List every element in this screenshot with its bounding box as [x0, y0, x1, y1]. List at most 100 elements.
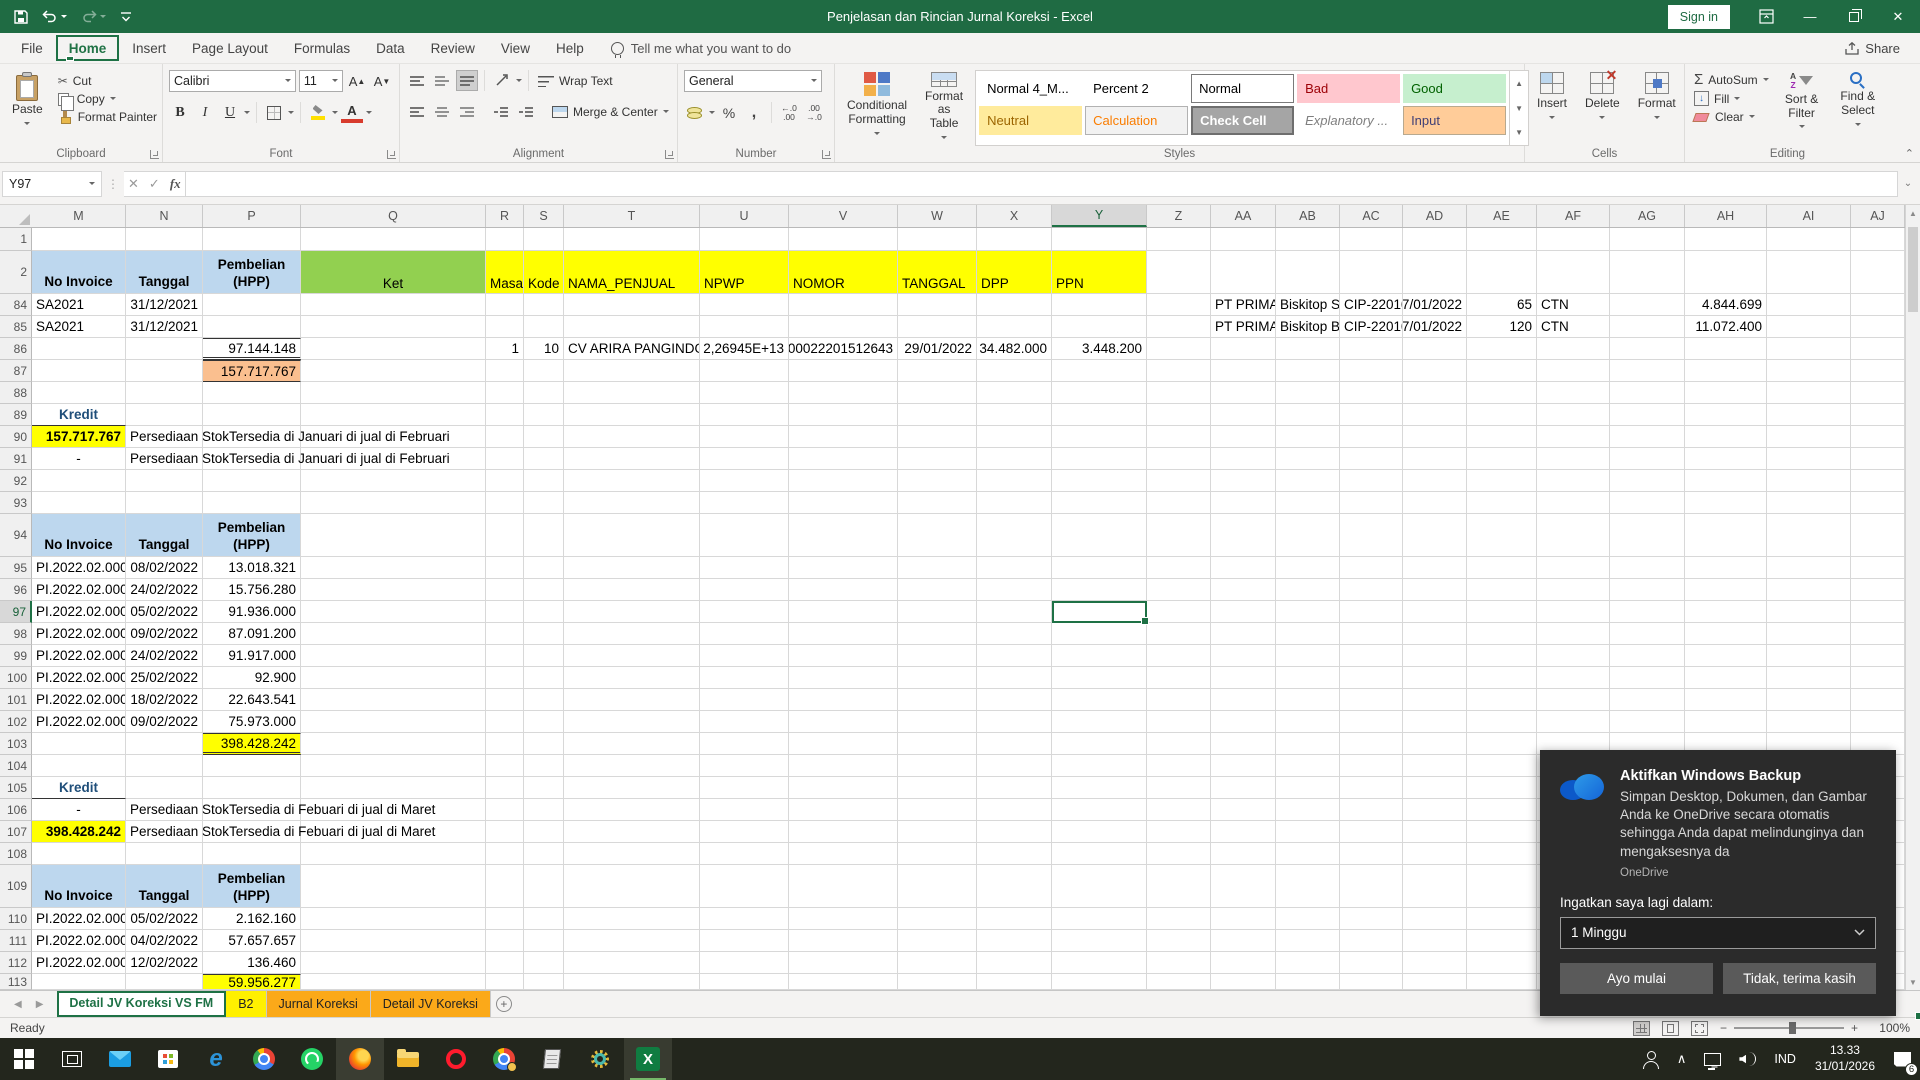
cell-AG84[interactable]	[1610, 294, 1685, 316]
cell-AE95[interactable]	[1467, 557, 1537, 579]
cell-style-neutral[interactable]: Neutral	[979, 106, 1083, 135]
cell-U2[interactable]: NPWP	[700, 251, 789, 294]
row-header-94[interactable]: 94	[0, 514, 32, 557]
cell-AA94[interactable]	[1211, 514, 1276, 557]
cell-AF100[interactable]	[1537, 667, 1610, 689]
cell-T93[interactable]	[564, 492, 700, 514]
cell-T2[interactable]: NAMA_PENJUAL	[564, 251, 700, 294]
cell-X87[interactable]	[977, 360, 1052, 382]
cell-AC105[interactable]	[1340, 777, 1403, 799]
cell-N93[interactable]	[126, 492, 203, 514]
cell-U104[interactable]	[700, 755, 789, 777]
cell-U107[interactable]	[700, 821, 789, 843]
cell-AB100[interactable]	[1276, 667, 1340, 689]
cell-Q102[interactable]	[301, 711, 486, 733]
cell-AD106[interactable]	[1403, 799, 1467, 821]
cell-Z95[interactable]	[1147, 557, 1211, 579]
underline-button[interactable]: U	[219, 102, 241, 123]
wrap-text-button[interactable]: Wrap Text	[535, 72, 616, 90]
row-header-92[interactable]: 92	[0, 470, 32, 492]
ribbon-tab-help[interactable]: Help	[543, 35, 597, 61]
cell-X106[interactable]	[977, 799, 1052, 821]
align-left-icon[interactable]	[406, 101, 428, 122]
column-header-M[interactable]: M	[32, 205, 126, 227]
column-header-AB[interactable]: AB	[1276, 205, 1340, 227]
format-as-table-button[interactable]: Format as Table	[919, 68, 969, 146]
taskbar-notepad-icon[interactable]	[528, 1038, 576, 1080]
cell-T92[interactable]	[564, 470, 700, 492]
cell-Z1[interactable]	[1147, 228, 1211, 251]
cell-S96[interactable]	[524, 579, 564, 601]
cell-P88[interactable]	[203, 382, 301, 404]
cell-V109[interactable]	[789, 865, 898, 908]
cell-AH87[interactable]	[1685, 360, 1767, 382]
cell-Y93[interactable]	[1052, 492, 1147, 514]
enter-formula-icon[interactable]: ✓	[149, 176, 160, 192]
cell-X102[interactable]	[977, 711, 1052, 733]
sheet-tab-b2[interactable]: B2	[226, 991, 267, 1017]
cell-R113[interactable]	[486, 974, 524, 990]
cell-V98[interactable]	[789, 623, 898, 645]
cell-style-bad[interactable]: Bad	[1297, 74, 1401, 103]
cell-M113[interactable]	[32, 974, 126, 990]
cell-AC104[interactable]	[1340, 755, 1403, 777]
cell-AH102[interactable]	[1685, 711, 1767, 733]
cell-AD95[interactable]	[1403, 557, 1467, 579]
cell-Y95[interactable]	[1052, 557, 1147, 579]
cell-style-check-cell[interactable]: Check Cell	[1191, 106, 1295, 135]
cell-Y2[interactable]: PPN	[1052, 251, 1147, 294]
cell-AA112[interactable]	[1211, 952, 1276, 974]
cell-U101[interactable]	[700, 689, 789, 711]
column-header-AG[interactable]: AG	[1610, 205, 1685, 227]
cell-P110[interactable]: 2.162.160	[203, 908, 301, 930]
cell-AE90[interactable]	[1467, 426, 1537, 448]
format-painter-button[interactable]: Format Painter	[55, 108, 160, 126]
cell-AD98[interactable]	[1403, 623, 1467, 645]
cell-Y102[interactable]	[1052, 711, 1147, 733]
page-break-view-icon[interactable]	[1690, 1020, 1708, 1036]
cell-S85[interactable]	[524, 316, 564, 338]
cell-AG88[interactable]	[1610, 382, 1685, 404]
cell-Q88[interactable]	[301, 382, 486, 404]
cell-M97[interactable]: PI.2022.02.00057	[32, 601, 126, 623]
cell-N96[interactable]: 24/02/2022	[126, 579, 203, 601]
cell-V95[interactable]	[789, 557, 898, 579]
cell-N85[interactable]: 31/12/2021	[126, 316, 203, 338]
cell-Y101[interactable]	[1052, 689, 1147, 711]
cell-W98[interactable]	[898, 623, 977, 645]
cell-S93[interactable]	[524, 492, 564, 514]
fill-color-icon[interactable]	[307, 102, 329, 123]
cell-AG100[interactable]	[1610, 667, 1685, 689]
row-header-112[interactable]: 112	[0, 952, 32, 974]
cell-N99[interactable]: 24/02/2022	[126, 645, 203, 667]
cell-AI93[interactable]	[1767, 492, 1851, 514]
row-header-110[interactable]: 110	[0, 908, 32, 930]
cell-Z87[interactable]	[1147, 360, 1211, 382]
cell-T97[interactable]	[564, 601, 700, 623]
cell-M108[interactable]	[32, 843, 126, 865]
start-backup-button[interactable]: Ayo mulai	[1560, 962, 1713, 994]
cell-X103[interactable]	[977, 733, 1052, 755]
cell-P112[interactable]: 136.460	[203, 952, 301, 974]
taskbar-excel-icon[interactable]: X	[624, 1038, 672, 1080]
cell-X111[interactable]	[977, 930, 1052, 952]
column-header-AJ[interactable]: AJ	[1851, 205, 1905, 227]
cell-AA103[interactable]	[1211, 733, 1276, 755]
cell-V90[interactable]	[789, 426, 898, 448]
cell-N112[interactable]: 12/02/2022	[126, 952, 203, 974]
cell-AE86[interactable]	[1467, 338, 1537, 360]
cell-AI99[interactable]	[1767, 645, 1851, 667]
cell-Y99[interactable]	[1052, 645, 1147, 667]
cell-AG101[interactable]	[1610, 689, 1685, 711]
cell-AE108[interactable]	[1467, 843, 1537, 865]
cell-P105[interactable]	[203, 777, 301, 799]
cell-Q87[interactable]	[301, 360, 486, 382]
cell-AF88[interactable]	[1537, 382, 1610, 404]
cell-U113[interactable]	[700, 974, 789, 990]
cell-U112[interactable]	[700, 952, 789, 974]
cell-U106[interactable]	[700, 799, 789, 821]
cell-AC1[interactable]	[1340, 228, 1403, 251]
cell-Z94[interactable]	[1147, 514, 1211, 557]
cell-M91[interactable]: -	[32, 448, 126, 470]
column-header-R[interactable]: R	[486, 205, 524, 227]
